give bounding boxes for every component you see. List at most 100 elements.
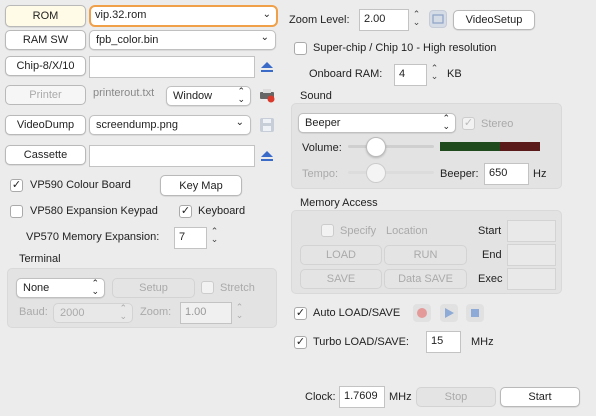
baud-label: Baud: bbox=[19, 306, 48, 318]
sound-title: Sound bbox=[300, 90, 332, 102]
turbo-loadsave-label: Turbo LOAD/SAVE: bbox=[313, 336, 409, 348]
specify-label: Specify bbox=[340, 225, 377, 237]
terminal-zoom-input[interactable]: 1.00 bbox=[180, 302, 232, 324]
zoom-level-input[interactable]: 2.00 bbox=[359, 9, 409, 31]
tempo-label: Tempo: bbox=[302, 168, 339, 180]
vp590-checkbox[interactable]: ✓ bbox=[10, 179, 23, 192]
onboard-ram-unit: KB bbox=[447, 68, 462, 80]
end-address-input[interactable] bbox=[507, 244, 556, 266]
updown-icon: ⌃ ⌄ bbox=[91, 278, 99, 296]
clock-label: Clock: bbox=[305, 391, 336, 403]
printer-mode-value: Window bbox=[173, 90, 213, 102]
turbo-unit: MHz bbox=[471, 336, 494, 348]
ramsw-file-value: fpb_color.bin bbox=[96, 34, 159, 46]
turbo-input[interactable]: 15 bbox=[426, 331, 461, 353]
onboard-ram-label: Onboard RAM: bbox=[309, 68, 383, 80]
play-icon[interactable] bbox=[440, 304, 458, 322]
eject-icon[interactable] bbox=[258, 58, 276, 76]
onboard-ram-stepper[interactable]: ⌃ ⌄ bbox=[429, 64, 440, 81]
updown-icon: ⌃ ⌄ bbox=[237, 86, 245, 104]
tempo-slider-track[interactable] bbox=[348, 171, 434, 174]
turbo-loadsave-checkbox[interactable]: ✓ bbox=[294, 336, 307, 349]
beeper-input[interactable]: 650 bbox=[484, 163, 529, 185]
chip8-file-input[interactable] bbox=[89, 56, 255, 78]
onboard-ram-input[interactable]: 4 bbox=[394, 64, 427, 86]
load-button[interactable]: LOAD bbox=[300, 245, 382, 265]
vp580-label: VP580 Expansion Keypad bbox=[30, 205, 158, 217]
sound-type-value: Beeper bbox=[305, 117, 341, 129]
cassette-file-input[interactable] bbox=[89, 145, 255, 167]
printer-button[interactable]: Printer bbox=[5, 85, 86, 105]
baud-select[interactable]: 2000 ⌃ ⌄ bbox=[53, 303, 133, 323]
keymap-button[interactable]: Key Map bbox=[160, 175, 242, 196]
keyboard-label: Keyboard bbox=[198, 205, 246, 217]
tempo-slider-thumb[interactable] bbox=[366, 163, 386, 183]
stop-button[interactable]: Stop bbox=[416, 387, 496, 407]
save-disk-icon[interactable] bbox=[258, 116, 276, 134]
terminal-zoom-stepper[interactable]: ⌃ ⌄ bbox=[234, 303, 245, 320]
auto-loadsave-checkbox[interactable]: ✓ bbox=[294, 307, 307, 320]
level-meter-green bbox=[440, 142, 500, 151]
baud-value: 2000 bbox=[60, 307, 85, 319]
superchip-checkbox[interactable] bbox=[294, 42, 307, 55]
rom-button[interactable]: ROM bbox=[5, 5, 86, 27]
sound-type-select[interactable]: Beeper ⌃ ⌄ bbox=[298, 113, 456, 133]
stereo-label: Stereo bbox=[481, 118, 514, 130]
exec-address-label: Exec bbox=[478, 273, 503, 285]
start-address-input[interactable] bbox=[507, 220, 556, 242]
updown-icon: ⌃ ⌄ bbox=[442, 113, 450, 131]
chevron-down-icon: ⌄ bbox=[235, 117, 244, 128]
terminal-type-value: None bbox=[23, 282, 50, 294]
ramsw-button[interactable]: RAM SW bbox=[5, 30, 86, 50]
vp580-checkbox[interactable] bbox=[10, 205, 23, 218]
start-address-label: Start bbox=[478, 225, 502, 237]
rom-file-value: vip.32.rom bbox=[95, 9, 147, 21]
volume-slider-track[interactable] bbox=[348, 145, 434, 148]
printer-icon[interactable] bbox=[258, 86, 276, 104]
terminal-type-select[interactable]: None ⌃ ⌄ bbox=[16, 278, 105, 298]
terminal-setup-button[interactable]: Setup bbox=[112, 278, 195, 298]
videodump-button[interactable]: VideoDump bbox=[5, 115, 86, 135]
videodump-file-value: screendump.png bbox=[96, 119, 178, 131]
specify-location-checkbox[interactable] bbox=[321, 224, 334, 237]
volume-level-meter bbox=[440, 142, 540, 151]
printer-file-value: printerout.txt bbox=[93, 87, 155, 99]
videodump-file-select[interactable]: screendump.png ⌄ bbox=[89, 115, 251, 135]
stretch-label: Stretch bbox=[220, 282, 255, 294]
auto-loadsave-label: Auto LOAD/SAVE bbox=[313, 307, 401, 319]
start-button[interactable]: Start bbox=[500, 387, 580, 407]
run-button[interactable]: RUN bbox=[384, 245, 467, 265]
clock-unit: MHz bbox=[389, 391, 412, 403]
save-button[interactable]: SAVE bbox=[300, 269, 382, 289]
printer-mode-select[interactable]: Window ⌃ ⌄ bbox=[166, 86, 251, 106]
vp570-stepper[interactable]: ⌃ ⌄ bbox=[209, 227, 220, 244]
chevron-down-icon: ⌄ bbox=[260, 32, 269, 43]
memory-access-title: Memory Access bbox=[300, 197, 378, 209]
superchip-label: Super-chip / Chip 10 - High resolution bbox=[313, 42, 497, 54]
videosetup-button[interactable]: VideoSetup bbox=[453, 10, 535, 30]
eject-icon[interactable] bbox=[258, 147, 276, 165]
clock-input[interactable]: 1.7609 bbox=[339, 386, 385, 408]
zoom-level-stepper[interactable]: ⌃ ⌄ bbox=[411, 10, 422, 27]
exec-address-input[interactable] bbox=[507, 268, 556, 290]
volume-label: Volume: bbox=[302, 142, 342, 154]
updown-icon: ⌃ ⌄ bbox=[119, 303, 127, 321]
vp570-input[interactable]: 7 bbox=[174, 227, 207, 249]
stretch-checkbox[interactable] bbox=[201, 281, 214, 294]
zoom-level-label: Zoom Level: bbox=[289, 14, 350, 26]
data-save-button[interactable]: Data SAVE bbox=[384, 269, 467, 289]
rom-file-select[interactable]: vip.32.rom ⌄ bbox=[89, 5, 278, 27]
vp590-label: VP590 Colour Board bbox=[30, 179, 131, 191]
chip8-button[interactable]: Chip-8/X/10 bbox=[5, 56, 86, 76]
cassette-button[interactable]: Cassette bbox=[5, 145, 86, 165]
record-icon[interactable] bbox=[413, 304, 431, 322]
ramsw-file-select[interactable]: fpb_color.bin ⌄ bbox=[89, 30, 276, 50]
stop-icon[interactable] bbox=[466, 304, 484, 322]
beeper-unit: Hz bbox=[533, 168, 547, 180]
keyboard-checkbox[interactable]: ✓ bbox=[179, 205, 192, 218]
stereo-checkbox[interactable]: ✓ bbox=[462, 117, 475, 130]
beeper-label: Beeper: bbox=[440, 168, 479, 180]
vp570-label: VP570 Memory Expansion: bbox=[26, 231, 160, 243]
volume-slider-thumb[interactable] bbox=[366, 137, 386, 157]
fullscreen-icon[interactable] bbox=[429, 10, 447, 28]
